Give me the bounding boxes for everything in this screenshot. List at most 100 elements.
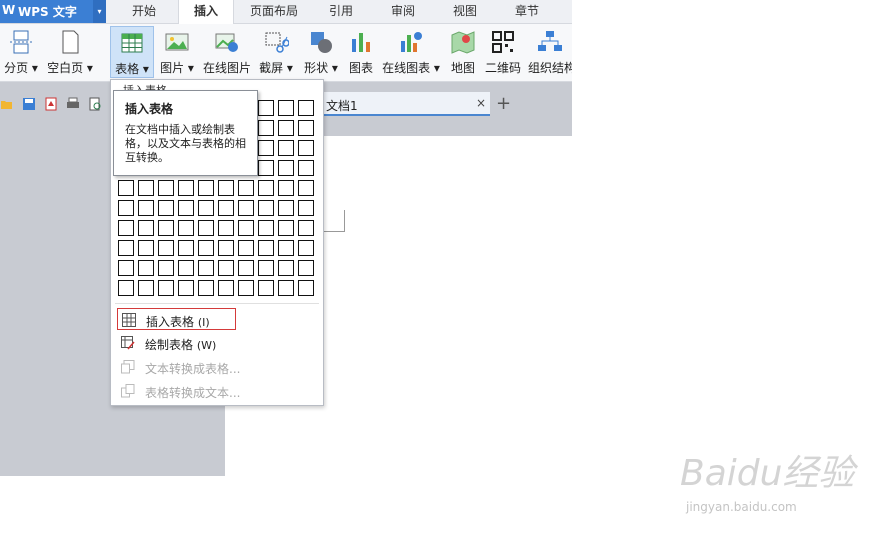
grid-cell[interactable] — [198, 260, 214, 276]
close-tab-icon[interactable]: × — [476, 96, 486, 110]
grid-cell[interactable] — [138, 180, 154, 196]
grid-cell[interactable] — [238, 220, 254, 236]
grid-cell[interactable] — [298, 160, 314, 176]
grid-cell[interactable] — [278, 180, 294, 196]
grid-cell[interactable] — [238, 180, 254, 196]
grid-cell[interactable] — [178, 180, 194, 196]
grid-cell[interactable] — [278, 200, 294, 216]
grid-cell[interactable] — [258, 140, 274, 156]
grid-cell[interactable] — [218, 180, 234, 196]
grid-cell[interactable] — [198, 240, 214, 256]
grid-cell[interactable] — [158, 240, 174, 256]
grid-cell[interactable] — [278, 160, 294, 176]
shapes-button[interactable]: 形状 ▾ — [300, 26, 342, 78]
grid-cell[interactable] — [258, 160, 274, 176]
grid-cell[interactable] — [278, 140, 294, 156]
grid-cell[interactable] — [158, 180, 174, 196]
export-pdf-icon[interactable] — [44, 97, 58, 111]
table-button[interactable]: 表格 ▾ — [110, 26, 154, 78]
grid-cell[interactable] — [178, 240, 194, 256]
grid-cell[interactable] — [178, 220, 194, 236]
grid-cell[interactable] — [198, 180, 214, 196]
grid-cell[interactable] — [258, 120, 274, 136]
grid-cell[interactable] — [118, 200, 134, 216]
open-folder-icon[interactable] — [0, 97, 14, 111]
tab-view[interactable]: 视图 — [442, 0, 488, 23]
grid-cell[interactable] — [278, 280, 294, 296]
grid-cell[interactable] — [278, 240, 294, 256]
tab-section[interactable]: 章节 — [504, 0, 550, 23]
blank-page-button[interactable]: 空白页 ▾ — [44, 26, 96, 78]
menu-item-insert-table[interactable]: 插入表格 (I) — [117, 308, 236, 330]
grid-cell[interactable] — [118, 260, 134, 276]
new-tab-button[interactable]: + — [496, 93, 511, 114]
page-break-button[interactable]: 分页 ▾ — [2, 26, 40, 78]
grid-cell[interactable] — [278, 220, 294, 236]
online-chart-button[interactable]: 在线图表 ▾ — [380, 26, 442, 78]
tab-home[interactable]: 开始 — [118, 0, 170, 23]
org-chart-button[interactable]: 组织结构 — [528, 26, 572, 78]
grid-cell[interactable] — [278, 120, 294, 136]
grid-cell[interactable] — [138, 280, 154, 296]
picture-button[interactable]: 图片 ▾ — [156, 26, 198, 78]
grid-cell[interactable] — [238, 280, 254, 296]
screenshot-button[interactable]: 截屏 ▾ — [256, 26, 296, 78]
grid-cell[interactable] — [298, 260, 314, 276]
grid-cell[interactable] — [178, 260, 194, 276]
grid-cell[interactable] — [298, 280, 314, 296]
chart-button[interactable]: 图表 — [344, 26, 378, 78]
app-menu-button[interactable]: W WPS 文字 ▾ — [0, 0, 106, 23]
map-button[interactable]: 地图 — [446, 26, 480, 78]
grid-cell[interactable] — [238, 200, 254, 216]
grid-cell[interactable] — [278, 100, 294, 116]
grid-cell[interactable] — [238, 260, 254, 276]
grid-cell[interactable] — [298, 120, 314, 136]
print-icon[interactable] — [66, 97, 80, 111]
grid-cell[interactable] — [138, 260, 154, 276]
grid-cell[interactable] — [218, 280, 234, 296]
grid-cell[interactable] — [158, 200, 174, 216]
grid-cell[interactable] — [118, 180, 134, 196]
save-icon[interactable] — [22, 97, 36, 111]
grid-cell[interactable] — [258, 260, 274, 276]
grid-cell[interactable] — [218, 200, 234, 216]
print-preview-icon[interactable] — [88, 97, 102, 111]
qrcode-button[interactable]: 二维码 — [482, 26, 524, 78]
tab-references[interactable]: 引用 — [318, 0, 364, 23]
grid-cell[interactable] — [258, 200, 274, 216]
grid-cell[interactable] — [298, 100, 314, 116]
grid-cell[interactable] — [298, 140, 314, 156]
tab-insert[interactable]: 插入 — [178, 0, 234, 24]
grid-cell[interactable] — [158, 220, 174, 236]
grid-cell[interactable] — [158, 280, 174, 296]
grid-cell[interactable] — [118, 240, 134, 256]
document-tab[interactable]: 文档1 × — [322, 92, 490, 116]
grid-cell[interactable] — [218, 260, 234, 276]
grid-cell[interactable] — [218, 220, 234, 236]
menu-item-draw-table[interactable]: 绘制表格 (W) — [117, 332, 315, 354]
grid-cell[interactable] — [278, 260, 294, 276]
tab-page-layout[interactable]: 页面布局 — [244, 0, 304, 23]
grid-cell[interactable] — [158, 260, 174, 276]
grid-cell[interactable] — [198, 280, 214, 296]
grid-cell[interactable] — [258, 220, 274, 236]
grid-cell[interactable] — [298, 240, 314, 256]
grid-cell[interactable] — [258, 280, 274, 296]
grid-cell[interactable] — [198, 220, 214, 236]
grid-cell[interactable] — [258, 240, 274, 256]
grid-cell[interactable] — [258, 180, 274, 196]
grid-cell[interactable] — [118, 220, 134, 236]
grid-cell[interactable] — [238, 240, 254, 256]
grid-cell[interactable] — [258, 100, 274, 116]
grid-cell[interactable] — [118, 280, 134, 296]
grid-cell[interactable] — [138, 220, 154, 236]
grid-cell[interactable] — [178, 200, 194, 216]
app-menu-dropdown-icon[interactable]: ▾ — [93, 0, 106, 23]
grid-cell[interactable] — [298, 180, 314, 196]
grid-cell[interactable] — [138, 200, 154, 216]
tab-review[interactable]: 审阅 — [380, 0, 426, 23]
grid-cell[interactable] — [138, 240, 154, 256]
grid-cell[interactable] — [178, 280, 194, 296]
grid-cell[interactable] — [198, 200, 214, 216]
grid-cell[interactable] — [298, 220, 314, 236]
